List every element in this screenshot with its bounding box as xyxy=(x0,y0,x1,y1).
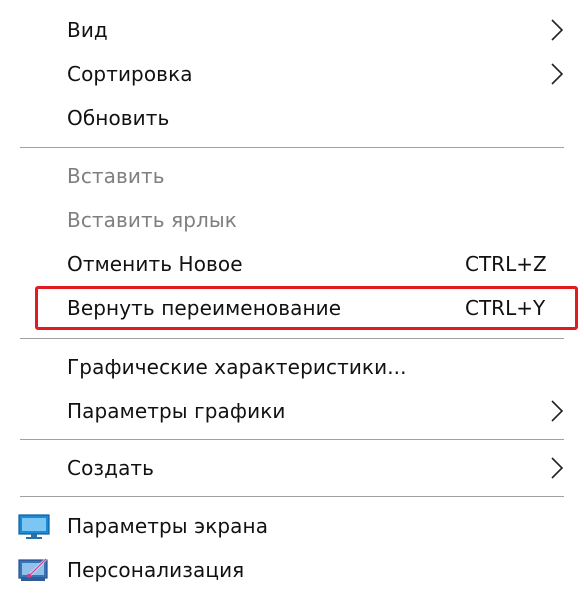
menu-item-new[interactable]: Создать xyxy=(0,446,584,490)
menu-item-sort[interactable]: Сортировка xyxy=(0,52,584,96)
menu-item-refresh[interactable]: Обновить xyxy=(0,96,584,140)
menu-item-paste-shortcut[interactable]: Вставить ярлык xyxy=(0,198,584,242)
menu-item-label: Параметры экрана xyxy=(67,514,269,538)
menu-item-graphics-properties[interactable]: Графические характеристики... xyxy=(0,345,584,389)
menu-item-display-settings[interactable]: Параметры экрана xyxy=(0,504,584,548)
display-settings-icon xyxy=(18,514,50,539)
menu-item-personalization[interactable]: Персонализация xyxy=(0,548,584,592)
menu-separator xyxy=(20,496,564,497)
menu-item-paste[interactable]: Вставить xyxy=(0,154,584,198)
menu-item-label: Параметры графики xyxy=(67,399,286,423)
menu-item-label: Создать xyxy=(67,456,155,480)
menu-separator xyxy=(20,439,564,440)
menu-item-label: Вставить ярлык xyxy=(67,208,237,232)
menu-item-label: Вид xyxy=(67,18,108,42)
menu-separator xyxy=(20,338,564,339)
menu-item-label: Персонализация xyxy=(67,558,245,582)
menu-item-label: Обновить xyxy=(67,106,170,130)
chevron-right-icon xyxy=(551,19,564,41)
desktop-context-menu: Вид Сортировка Обновить Вставить Вставит… xyxy=(0,0,584,602)
menu-item-shortcut: CTRL+Z xyxy=(465,252,547,276)
highlight-frame xyxy=(35,286,578,330)
menu-item-view[interactable]: Вид xyxy=(0,8,584,52)
menu-item-undo-new[interactable]: Отменить Новое CTRL+Z xyxy=(0,242,584,286)
menu-item-label: Графические характеристики... xyxy=(67,355,407,379)
menu-item-label: Вставить xyxy=(67,164,165,188)
menu-item-graphics-options[interactable]: Параметры графики xyxy=(0,389,584,433)
personalization-icon xyxy=(18,558,48,581)
chevron-right-icon xyxy=(551,63,564,85)
menu-separator xyxy=(20,147,564,148)
chevron-right-icon xyxy=(551,457,564,479)
chevron-right-icon xyxy=(551,400,564,422)
menu-item-label: Сортировка xyxy=(67,62,193,86)
menu-item-label: Отменить Новое xyxy=(67,252,243,276)
